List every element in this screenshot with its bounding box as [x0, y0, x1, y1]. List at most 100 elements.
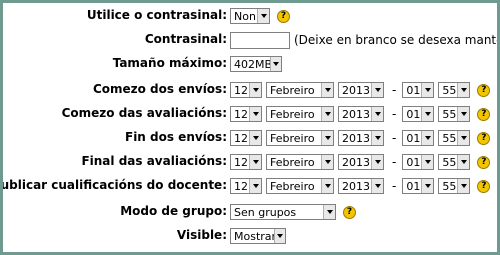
submission-start-day-value: 12	[234, 83, 248, 97]
dropdown-arrow-icon	[371, 179, 383, 193]
password-select[interactable]: Non	[230, 8, 270, 24]
help-icon[interactable]: ?	[277, 9, 290, 23]
publish-grades-day-value: 12	[234, 179, 248, 193]
submission-end-minute-select[interactable]: 55	[438, 130, 471, 146]
password-row: Utilice o contrasinal: Non ?	[3, 5, 497, 27]
publish-grades-day-select[interactable]: 12	[230, 178, 262, 194]
assessment-end-minute-select[interactable]: 55	[438, 154, 471, 170]
help-icon[interactable]: ?	[477, 107, 491, 121]
publish-grades-month-value: Febreiro	[270, 179, 315, 193]
password-input[interactable]	[230, 31, 290, 49]
dropdown-arrow-icon	[457, 83, 470, 97]
dropdown-arrow-icon	[249, 131, 261, 145]
publish-grades-label: Publicar cualificacións do docente:	[0, 178, 227, 192]
submission-end-day-select[interactable]: 12	[230, 130, 262, 146]
assessment-start-day-value: 12	[234, 107, 248, 121]
submission-start-day-select[interactable]: 12	[230, 82, 262, 98]
publish-grades-month-select[interactable]: Febreiro	[266, 178, 334, 194]
assessment-end-row: Final das avaliacións: 12 Febreiro 2013 -01 5…	[3, 151, 497, 173]
submission-start-year-select[interactable]: 2013	[338, 82, 384, 98]
visible-select[interactable]: Mostrar	[230, 228, 286, 244]
time-separator: -	[392, 107, 397, 121]
dropdown-arrow-icon	[371, 107, 383, 121]
dropdown-arrow-icon	[421, 179, 434, 193]
visible-row: Visible: Mostrar	[3, 225, 497, 247]
form-frame: Utilice o contrasinal: Non ? Contrasinal…	[0, 0, 500, 255]
group-mode-select[interactable]: Sen grupos	[230, 204, 336, 220]
assessment-end-minute-value: 55	[442, 155, 457, 169]
publish-grades-hour-select[interactable]: 01	[402, 178, 435, 194]
dropdown-arrow-icon	[321, 107, 333, 121]
submission-start-month-value: Febreiro	[270, 83, 315, 97]
submission-end-month-value: Febreiro	[270, 131, 315, 145]
assessment-end-day-value: 12	[234, 155, 248, 169]
submission-start-row: Comezo dos envíos: 12 Febreiro 2013 -01 55?	[3, 79, 497, 101]
submission-end-month-select[interactable]: Febreiro	[266, 130, 334, 146]
assessment-end-year-value: 2013	[342, 155, 370, 169]
submission-end-year-value: 2013	[342, 131, 370, 145]
group-mode-label: Modo de grupo:	[120, 204, 227, 218]
dropdown-arrow-icon	[321, 155, 333, 169]
dropdown-arrow-icon	[457, 107, 470, 121]
dropdown-arrow-icon	[421, 155, 434, 169]
time-separator: -	[392, 179, 397, 193]
max-size-select-value: 402MB	[234, 57, 270, 71]
publish-grades-year-value: 2013	[342, 179, 370, 193]
dropdown-arrow-icon	[371, 131, 383, 145]
max-size-row: Tamaño máximo: 402MB	[3, 53, 497, 75]
password-label: Utilice o contrasinal:	[86, 8, 227, 22]
help-icon[interactable]: ?	[477, 179, 491, 193]
dropdown-arrow-icon	[321, 83, 333, 97]
time-separator: -	[392, 155, 397, 169]
assessment-end-hour-select[interactable]: 01	[402, 154, 435, 170]
submission-end-hour-select[interactable]: 01	[402, 130, 435, 146]
submission-start-minute-select[interactable]: 55	[438, 82, 471, 98]
dropdown-arrow-icon	[273, 229, 285, 243]
group-mode-row: Modo de grupo: Sen grupos ?	[3, 201, 497, 223]
time-separator: -	[392, 83, 397, 97]
submission-end-hour-value: 01	[406, 131, 421, 145]
assessment-start-minute-select[interactable]: 55	[438, 106, 471, 122]
dropdown-arrow-icon	[371, 83, 383, 97]
assessment-end-day-select[interactable]: 12	[230, 154, 262, 170]
dropdown-arrow-icon	[421, 83, 434, 97]
assessment-start-hour-select[interactable]: 01	[402, 106, 435, 122]
visible-label: Visible:	[176, 228, 227, 242]
help-icon[interactable]: ?	[477, 155, 491, 169]
assessment-end-label: Final das avaliacións:	[81, 154, 227, 168]
group-mode-select-value: Sen grupos	[234, 205, 297, 219]
help-icon[interactable]: ?	[477, 83, 491, 97]
submission-end-year-select[interactable]: 2013	[338, 130, 384, 146]
dropdown-arrow-icon	[371, 155, 383, 169]
dropdown-arrow-icon	[321, 179, 333, 193]
password-text-row: Contrasinal: (Deixe en branco se desexa …	[3, 29, 497, 51]
assessment-start-year-value: 2013	[342, 107, 370, 121]
assessment-end-month-select[interactable]: Febreiro	[266, 154, 334, 170]
assessment-start-day-select[interactable]: 12	[230, 106, 262, 122]
dropdown-arrow-icon	[321, 131, 333, 145]
help-icon[interactable]: ?	[477, 131, 491, 145]
dropdown-arrow-icon	[457, 179, 470, 193]
submission-start-label: Comezo dos envíos:	[92, 82, 227, 96]
max-size-label: Tamaño máximo:	[112, 56, 227, 70]
password-text-label: Contrasinal:	[144, 32, 227, 46]
max-size-select[interactable]: 402MB	[230, 56, 282, 72]
submission-end-day-value: 12	[234, 131, 248, 145]
publish-grades-minute-select[interactable]: 55	[438, 178, 471, 194]
assessment-end-hour-value: 01	[406, 155, 421, 169]
dropdown-arrow-icon	[249, 83, 261, 97]
assessment-start-minute-value: 55	[442, 107, 457, 121]
submission-start-hour-select[interactable]: 01	[402, 82, 435, 98]
publish-grades-hour-value: 01	[406, 179, 421, 193]
help-icon[interactable]: ?	[343, 205, 356, 219]
submission-start-minute-value: 55	[442, 83, 457, 97]
assessment-start-year-select[interactable]: 2013	[338, 106, 384, 122]
publish-grades-year-select[interactable]: 2013	[338, 178, 384, 194]
dropdown-arrow-icon	[269, 57, 281, 71]
dropdown-arrow-icon	[257, 9, 269, 23]
dropdown-arrow-icon	[457, 131, 470, 145]
submission-start-month-select[interactable]: Febreiro	[266, 82, 334, 98]
assessment-end-year-select[interactable]: 2013	[338, 154, 384, 170]
assessment-start-month-select[interactable]: Febreiro	[266, 106, 334, 122]
submission-end-row: Fin dos envíos: 12 Febreiro 2013 -01 55?	[3, 127, 497, 149]
